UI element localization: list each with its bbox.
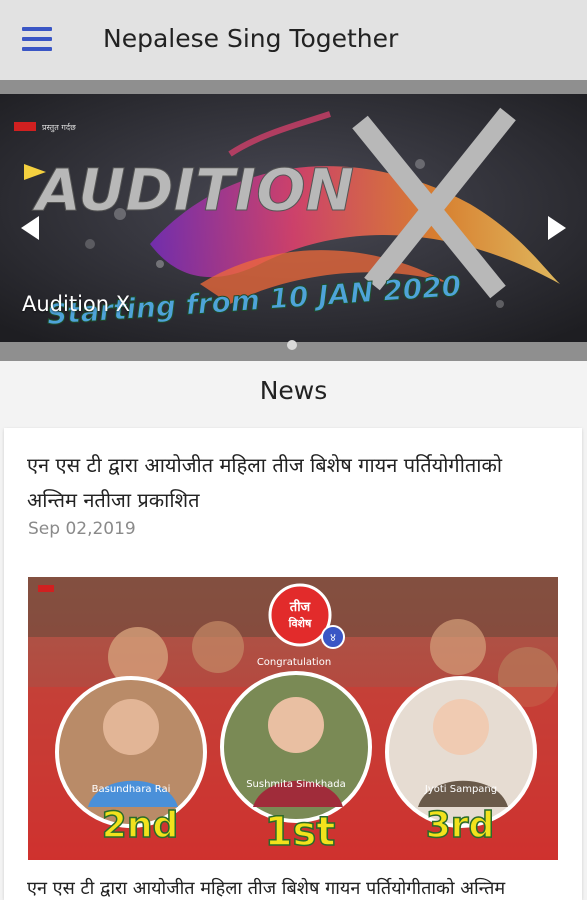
teej-winners-artwork: तीज विशेष ४ Congratulation Basundhara Ra… (28, 577, 558, 860)
app-title: Nepalese Sing Together (103, 24, 399, 53)
svg-text:प्रस्तुत गर्दछ: प्रस्तुत गर्दछ (42, 122, 76, 133)
banner-caption: Audition X (22, 292, 131, 316)
svg-text:3rd: 3rd (426, 805, 495, 846)
svg-text:AUDITION: AUDITION (32, 156, 354, 224)
svg-text:Basundhara Rai: Basundhara Rai (92, 784, 171, 795)
svg-text:विशेष: विशेष (288, 616, 312, 630)
news-date: Sep 02,2019 (28, 519, 136, 539)
chevron-left-icon[interactable] (19, 215, 41, 241)
news-heading: News (259, 376, 328, 405)
svg-text:४: ४ (330, 631, 336, 644)
svg-text:Congratulation: Congratulation (257, 657, 331, 668)
svg-text:2nd: 2nd (102, 805, 178, 846)
svg-text:1st: 1st (265, 809, 336, 855)
news-image[interactable]: तीज विशेष ४ Congratulation Basundhara Ra… (28, 577, 558, 860)
news-title[interactable]: एन एस टी द्वारा आयोजीत महिला तीज बिशेष ग… (27, 448, 547, 518)
carousel-indicator-dot[interactable] (287, 340, 297, 350)
svg-text:तीज: तीज (289, 599, 312, 615)
svg-text:Jyoti Sampang: Jyoti Sampang (424, 784, 497, 795)
svg-text:Sushmita Simkhada: Sushmita Simkhada (246, 779, 346, 790)
app-bar: Nepalese Sing Together (0, 0, 587, 80)
chevron-right-icon[interactable] (546, 215, 568, 241)
news-excerpt: एन एस टी द्वारा आयोजीत महिला तीज बिशेष ग… (27, 878, 506, 899)
hamburger-menu-icon[interactable] (22, 26, 52, 52)
